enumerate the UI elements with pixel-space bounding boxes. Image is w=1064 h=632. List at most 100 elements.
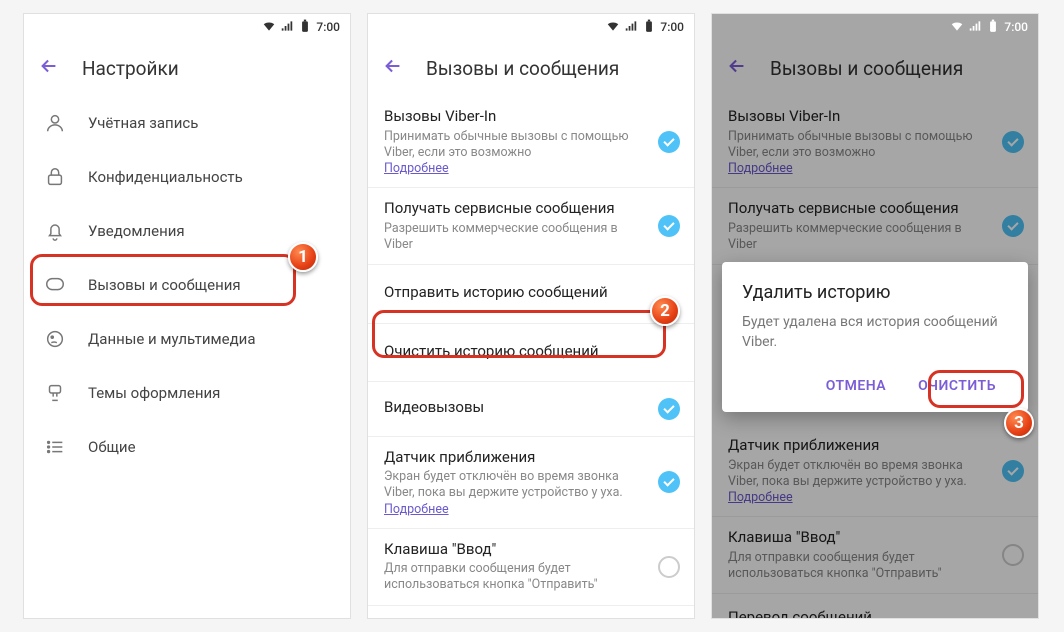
- item-enter-key[interactable]: Клавиша "Ввод" Для отправки сообщения бу…: [368, 529, 694, 606]
- page-title: Вызовы и сообщения: [770, 57, 963, 80]
- signal-icon: [624, 19, 638, 36]
- item-translate[interactable]: Перевод сообщений: [368, 606, 694, 619]
- item-send-history[interactable]: Отправить историю сообщений: [368, 265, 694, 324]
- item-viber-in[interactable]: Вызовы Viber-In Принимать обычные вызовы…: [368, 96, 694, 188]
- toggle-on[interactable]: [658, 131, 680, 153]
- battery-icon: [642, 19, 656, 36]
- more-link: Подробнее: [728, 490, 990, 505]
- status-bar: 7:00: [712, 14, 1038, 40]
- dialog-title: Удалить историю: [742, 282, 1008, 303]
- chat-icon: [44, 274, 66, 296]
- confirm-dialog: Удалить историю Будет удалена вся истори…: [722, 262, 1028, 412]
- settings-label: Данные и мультимедиа: [88, 330, 255, 348]
- settings-item-privacy[interactable]: Конфиденциальность: [24, 150, 350, 204]
- item-subtitle: Разрешить коммерческие сообщения в Viber: [728, 221, 990, 254]
- item-title: Вызовы Viber-In: [384, 107, 646, 127]
- status-time: 7:00: [316, 20, 340, 34]
- item-title: Датчик приближения: [384, 448, 646, 468]
- item-title: Очистить историю сообщений: [384, 342, 678, 362]
- item-viber-in: Вызовы Viber-In Принимать обычные вызовы…: [712, 96, 1038, 188]
- settings-label: Конфиденциальность: [88, 168, 243, 186]
- phone-screen-1: 7:00 Настройки Учётная запись Конфиденци…: [24, 14, 350, 618]
- item-subtitle: Для отправки сообщения будет использоват…: [728, 550, 990, 583]
- item-title: Клавиша "Ввод": [728, 528, 990, 548]
- dialog-actions: ОТМЕНА ОЧИСТИТЬ: [742, 370, 1008, 402]
- back-button[interactable]: [726, 55, 748, 81]
- item-subtitle: Принимать обычные вызовы с помощью Viber…: [384, 129, 646, 162]
- item-subtitle: Экран будет отключён во время звонка Vib…: [728, 458, 990, 491]
- confirm-button[interactable]: ОЧИСТИТЬ: [906, 370, 1008, 402]
- item-subtitle: Принимать обычные вызовы с помощью Viber…: [728, 129, 990, 162]
- signal-icon: [280, 19, 294, 36]
- lock-icon: [44, 166, 66, 188]
- more-link: Подробнее: [728, 161, 990, 176]
- toggle-on[interactable]: [658, 215, 680, 237]
- step-badge-2: 2: [650, 296, 680, 326]
- battery-icon: [986, 19, 1000, 36]
- wifi-icon: [606, 19, 620, 36]
- settings-label: Вызовы и сообщения: [88, 276, 241, 294]
- list-icon: [44, 436, 66, 458]
- item-title: Перевод сообщений: [728, 608, 1022, 618]
- item-clear-history[interactable]: Очистить историю сообщений: [368, 324, 694, 383]
- settings-label: Уведомления: [88, 222, 185, 240]
- signal-icon: [968, 19, 982, 36]
- more-link[interactable]: Подробнее: [384, 161, 646, 176]
- item-title: Отправить историю сообщений: [384, 283, 678, 303]
- settings-list: Учётная запись Конфиденциальность Уведом…: [24, 96, 350, 618]
- app-bar: Вызовы и сообщения: [712, 40, 1038, 96]
- status-time: 7:00: [1004, 20, 1028, 34]
- toggle-on[interactable]: [658, 398, 680, 420]
- media-icon: [44, 328, 66, 350]
- app-bar: Вызовы и сообщения: [368, 40, 694, 96]
- user-icon: [44, 112, 66, 134]
- settings-item-account[interactable]: Учётная запись: [24, 96, 350, 150]
- toggle-on: [1002, 131, 1024, 153]
- dialog-body: Будет удалена вся история сообщений Vibe…: [742, 313, 1008, 352]
- toggle-on: [1002, 215, 1024, 237]
- back-button[interactable]: [382, 55, 404, 81]
- item-title: Получать сервисные сообщения: [384, 199, 646, 219]
- back-button[interactable]: [38, 55, 60, 81]
- step-badge-1: 1: [288, 242, 318, 272]
- cancel-button[interactable]: ОТМЕНА: [814, 370, 898, 402]
- item-service-msgs[interactable]: Получать сервисные сообщения Разрешить к…: [368, 188, 694, 265]
- settings-item-themes[interactable]: Темы оформления: [24, 366, 350, 420]
- page-title: Вызовы и сообщения: [426, 57, 619, 80]
- item-service-msgs: Получать сервисные сообщения Разрешить к…: [712, 188, 1038, 265]
- toggle-off[interactable]: [658, 556, 680, 578]
- status-bar: 7:00: [368, 14, 694, 40]
- calls-list: Вызовы Viber-In Принимать обычные вызовы…: [368, 96, 694, 618]
- settings-label: Темы оформления: [88, 384, 220, 402]
- step-badge-3: 3: [1004, 408, 1034, 438]
- item-proximity: Датчик приближения Экран будет отключён …: [712, 425, 1038, 517]
- bell-icon: [44, 220, 66, 242]
- settings-item-media[interactable]: Данные и мультимедиа: [24, 312, 350, 366]
- item-title: Клавиша "Ввод": [384, 540, 646, 560]
- wifi-icon: [950, 19, 964, 36]
- item-proximity[interactable]: Датчик приближения Экран будет отключён …: [368, 437, 694, 529]
- toggle-off: [1002, 544, 1024, 566]
- toggle-on[interactable]: [658, 471, 680, 493]
- item-subtitle: Для отправки сообщения будет использоват…: [384, 561, 646, 594]
- app-bar: Настройки: [24, 40, 350, 96]
- more-link[interactable]: Подробнее: [384, 502, 646, 517]
- item-video-calls[interactable]: Видеовызовы: [368, 382, 694, 437]
- item-subtitle: Экран будет отключён во время звонка Vib…: [384, 469, 646, 502]
- phone-screen-2: 7:00 Вызовы и сообщения Вызовы Viber-In …: [368, 14, 694, 618]
- wifi-icon: [262, 19, 276, 36]
- item-title: Получать сервисные сообщения: [728, 199, 990, 219]
- item-title: Датчик приближения: [728, 436, 990, 456]
- item-enter-key: Клавиша "Ввод" Для отправки сообщения бу…: [712, 517, 1038, 594]
- toggle-on: [1002, 460, 1024, 482]
- phone-screen-3: 7:00 Вызовы и сообщения Вызовы Viber-In …: [712, 14, 1038, 618]
- item-title: Видеовызовы: [384, 398, 646, 418]
- item-subtitle: Разрешить коммерческие сообщения в Viber: [384, 221, 646, 254]
- settings-label: Учётная запись: [88, 114, 198, 132]
- item-title: Вызовы Viber-In: [728, 107, 990, 127]
- settings-label: Общие: [88, 438, 136, 456]
- battery-icon: [298, 19, 312, 36]
- page-title: Настройки: [82, 57, 179, 80]
- settings-item-general[interactable]: Общие: [24, 420, 350, 474]
- status-bar: 7:00: [24, 14, 350, 40]
